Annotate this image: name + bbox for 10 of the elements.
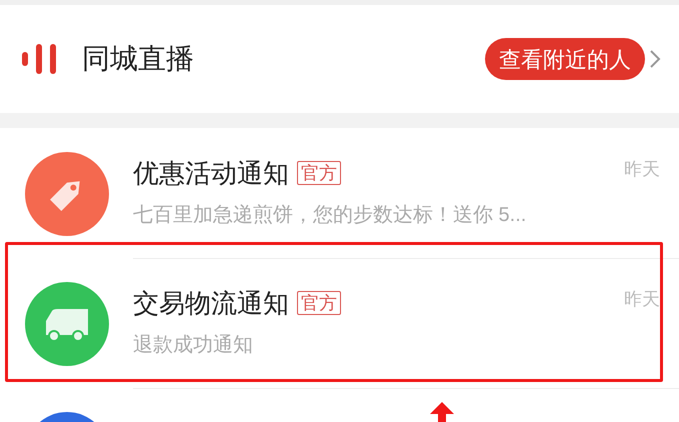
message-title: 交易物流通知 [133, 287, 289, 320]
official-tag: 官方 [297, 161, 341, 185]
message-time: 昨天 [624, 158, 660, 181]
message-preview: 七百里加急递煎饼，您的步数达标！送你 5... [133, 203, 528, 228]
section-title: 同城直播 [82, 42, 194, 76]
nearby-people-button[interactable]: 查看附近的人 [485, 38, 645, 80]
official-tag: 官方 [297, 291, 341, 315]
message-time: 昨天 [624, 288, 660, 311]
message-preview: 退款成功通知 [133, 333, 254, 358]
message-title: 优惠活动通知 [133, 157, 289, 190]
